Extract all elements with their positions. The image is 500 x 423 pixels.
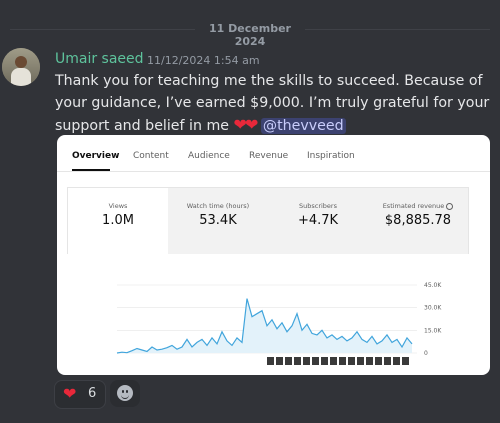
- metric-value: $8,885.78: [384, 213, 452, 228]
- metric-watch-time: Watch time (hours) 53.4K: [168, 188, 268, 254]
- avatar[interactable]: [2, 48, 40, 86]
- y-tick-label: 30.0K: [424, 305, 442, 312]
- timeline-marker[interactable]: [330, 357, 337, 365]
- metric-subscribers: Subscribers +4.7K: [268, 188, 368, 254]
- timeline-marker[interactable]: [375, 357, 382, 365]
- tab-inspiration: Inspiration: [307, 151, 355, 161]
- metric-label: Subscribers: [299, 202, 337, 210]
- tab-content: Content: [133, 151, 169, 161]
- timeline-marker[interactable]: [267, 357, 274, 365]
- heart-emoji: ❤❤: [233, 115, 259, 134]
- timeline-marker[interactable]: [294, 357, 301, 365]
- metric-label: Watch time (hours): [186, 202, 250, 210]
- timeline-marker[interactable]: [321, 357, 328, 365]
- tab-revenue: Revenue: [249, 151, 289, 161]
- add-reaction-button[interactable]: [110, 380, 140, 407]
- reaction-heart[interactable]: ❤ 6: [54, 380, 106, 409]
- timeline-marker[interactable]: [357, 357, 364, 365]
- timeline-marker[interactable]: [339, 357, 346, 365]
- divider-line-left: [10, 29, 195, 30]
- chart-area-fill: [117, 298, 412, 353]
- timeline-marker[interactable]: [312, 357, 319, 365]
- views-chart: 45.0K 30.0K 15.0K 0: [116, 282, 442, 357]
- timeline-marker[interactable]: [384, 357, 391, 365]
- tabs-divider: [57, 171, 490, 172]
- metric-value: 1.0M: [102, 213, 134, 228]
- metric-revenue: Estimated revenue $8,885.78: [368, 188, 468, 254]
- timeline-marker[interactable]: [366, 357, 373, 365]
- message-content: Thank you for teaching me the skills to …: [55, 70, 495, 137]
- metric-label: Views: [108, 202, 128, 210]
- timeline-marker[interactable]: [402, 357, 409, 365]
- heart-icon: ❤: [63, 384, 77, 403]
- y-tick-label: 45.0K: [424, 282, 442, 289]
- metrics-row: Views 1.0M Watch time (hours) 53.4K Subs…: [67, 187, 469, 254]
- divider-line-right: [305, 29, 490, 30]
- info-icon: [446, 202, 454, 210]
- user-mention[interactable]: @thevveed: [260, 118, 346, 134]
- y-tick-label: 15.0K: [424, 327, 442, 334]
- timeline-marker[interactable]: [393, 357, 400, 365]
- metric-label: Estimated revenue: [368, 202, 468, 210]
- timeline-marker[interactable]: [303, 357, 310, 365]
- metric-views: Views 1.0M: [68, 188, 168, 254]
- author-name[interactable]: Umair saeed: [55, 51, 144, 67]
- message-timestamp: 11/12/2024 1:54 am: [147, 54, 260, 67]
- metric-value: +4.7K: [297, 213, 339, 228]
- timeline-marker[interactable]: [276, 357, 283, 365]
- timeline-markers: [267, 357, 415, 365]
- metric-value: 53.4K: [199, 213, 237, 228]
- date-divider-text: 11 December 2024: [209, 22, 291, 48]
- timeline-marker[interactable]: [285, 357, 292, 365]
- reaction-count: 6: [88, 386, 97, 401]
- y-tick-label: 0: [424, 350, 428, 357]
- timeline-marker[interactable]: [348, 357, 355, 365]
- analytics-tabs: Overview Content Audience Revenue Inspir…: [57, 148, 490, 172]
- analytics-screenshot[interactable]: Overview Content Audience Revenue Inspir…: [57, 135, 490, 375]
- date-divider: 11 December 2024: [0, 22, 500, 48]
- tab-audience: Audience: [188, 151, 230, 161]
- tab-overview: Overview: [72, 151, 120, 161]
